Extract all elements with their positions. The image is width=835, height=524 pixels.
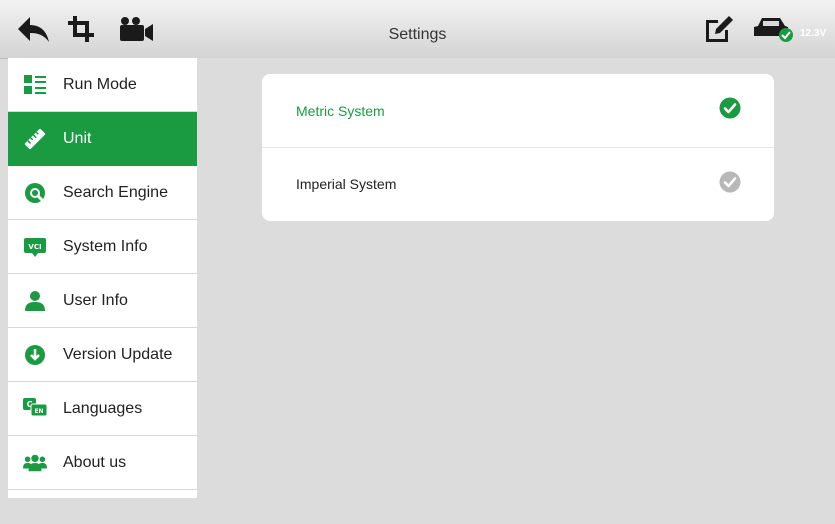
svg-text:EN: EN: [34, 408, 43, 415]
download-icon: [23, 343, 47, 367]
group-icon: [23, 451, 47, 475]
ruler-icon: [23, 127, 47, 151]
back-icon[interactable]: [14, 14, 54, 44]
sidebar-item-search-engine[interactable]: Search Engine: [8, 166, 197, 220]
sidebar-item-label: User Info: [63, 291, 128, 309]
sidebar-item-label: Languages: [63, 399, 143, 417]
unselected-check-icon: [719, 171, 741, 198]
unit-options-card: Metric System Imperial System: [262, 74, 774, 221]
top-bar: Settings 12.3V: [0, 0, 835, 59]
search-engine-icon: [23, 181, 47, 205]
sidebar-item-label: Search Engine: [63, 183, 168, 201]
sidebar-item-label: Version Update: [63, 345, 173, 363]
sidebar-item-label: About us: [63, 453, 127, 471]
user-icon: [23, 289, 47, 313]
sidebar-item-label: System Info: [63, 237, 148, 255]
sidebar-item-unit[interactable]: Unit: [8, 112, 197, 166]
main-content: Metric System Imperial System: [197, 58, 835, 524]
sidebar-item-run-mode[interactable]: Run Mode: [8, 58, 197, 112]
crop-icon[interactable]: [61, 14, 101, 44]
voltage-readout: 12.3V: [800, 28, 827, 39]
video-camera-icon[interactable]: [114, 14, 158, 44]
edit-icon[interactable]: [700, 14, 738, 44]
sidebar-item-label: Unit: [63, 129, 92, 147]
svg-text:VCI: VCI: [28, 243, 41, 251]
sidebar-item-about-us[interactable]: About us: [8, 436, 197, 490]
sidebar-item-user-info[interactable]: User Info: [8, 274, 197, 328]
sidebar-item-system-info[interactable]: VCI System Info: [8, 220, 197, 274]
language-icon: C EN: [23, 397, 47, 421]
car-connected-icon: [752, 14, 796, 44]
sidebar-item-version-update[interactable]: Version Update: [8, 328, 197, 382]
imperial-system-option[interactable]: Imperial System: [262, 147, 774, 220]
selected-check-icon: [719, 97, 741, 124]
sidebar-item-languages[interactable]: C EN Languages: [8, 382, 197, 436]
option-label: Imperial System: [296, 176, 397, 192]
metric-system-option[interactable]: Metric System: [262, 74, 774, 147]
option-label: Metric System: [296, 102, 385, 119]
run-mode-icon: [23, 73, 47, 97]
sidebar-item-label: Run Mode: [63, 75, 137, 93]
sidebar: Run Mode Unit Search Engine VCI System I…: [8, 58, 197, 498]
vci-icon: VCI: [23, 235, 47, 259]
